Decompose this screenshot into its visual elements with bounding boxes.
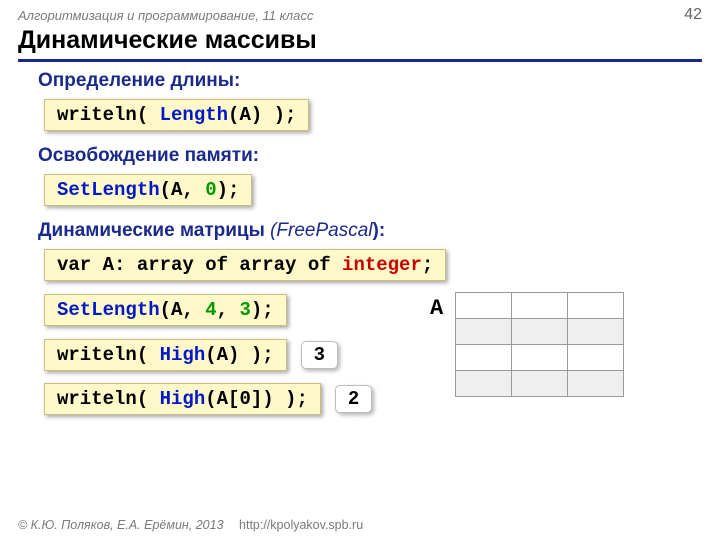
code-free: SetLength(A, 0); [44, 174, 252, 206]
heading-matrices: Динамические матрицы (FreePascal): [38, 220, 692, 242]
matrix-row [456, 345, 624, 371]
matrix-diagram: A [430, 292, 624, 397]
copyright: © К.Ю. Поляков, Е.А. Ерёмин, 2013 [18, 518, 224, 532]
matrix-label: A [430, 296, 443, 321]
result-high-a: 3 [301, 341, 338, 369]
code-var-decl: var A: array of array of integer; [44, 249, 446, 281]
page-number: 42 [684, 6, 702, 24]
matrix-row [456, 293, 624, 319]
matrix-grid [455, 292, 624, 397]
slide-header: Алгоритмизация и программирование, 11 кл… [0, 0, 720, 26]
footer-url: http://kpolyakov.spb.ru [239, 518, 363, 532]
slide-footer: © К.Ю. Поляков, Е.А. Ерёмин, 2013 http:/… [18, 518, 363, 532]
code-setlength: SetLength(A, 4, 3); [44, 294, 287, 326]
code-length: writeln( Length(A) ); [44, 99, 309, 131]
code-high-a: writeln( High(A) ); [44, 339, 287, 371]
heading-free: Освобождение памяти: [38, 145, 692, 167]
heading-length: Определение длины: [38, 70, 692, 92]
title-rule [18, 59, 702, 62]
course-name: Алгоритмизация и программирование, 11 кл… [18, 8, 313, 23]
matrix-row [456, 371, 624, 397]
code-high-a0: writeln( High(A[0]) ); [44, 383, 321, 415]
result-high-a0: 2 [335, 385, 372, 413]
slide-title: Динамические массивы [0, 26, 720, 57]
matrix-row [456, 319, 624, 345]
